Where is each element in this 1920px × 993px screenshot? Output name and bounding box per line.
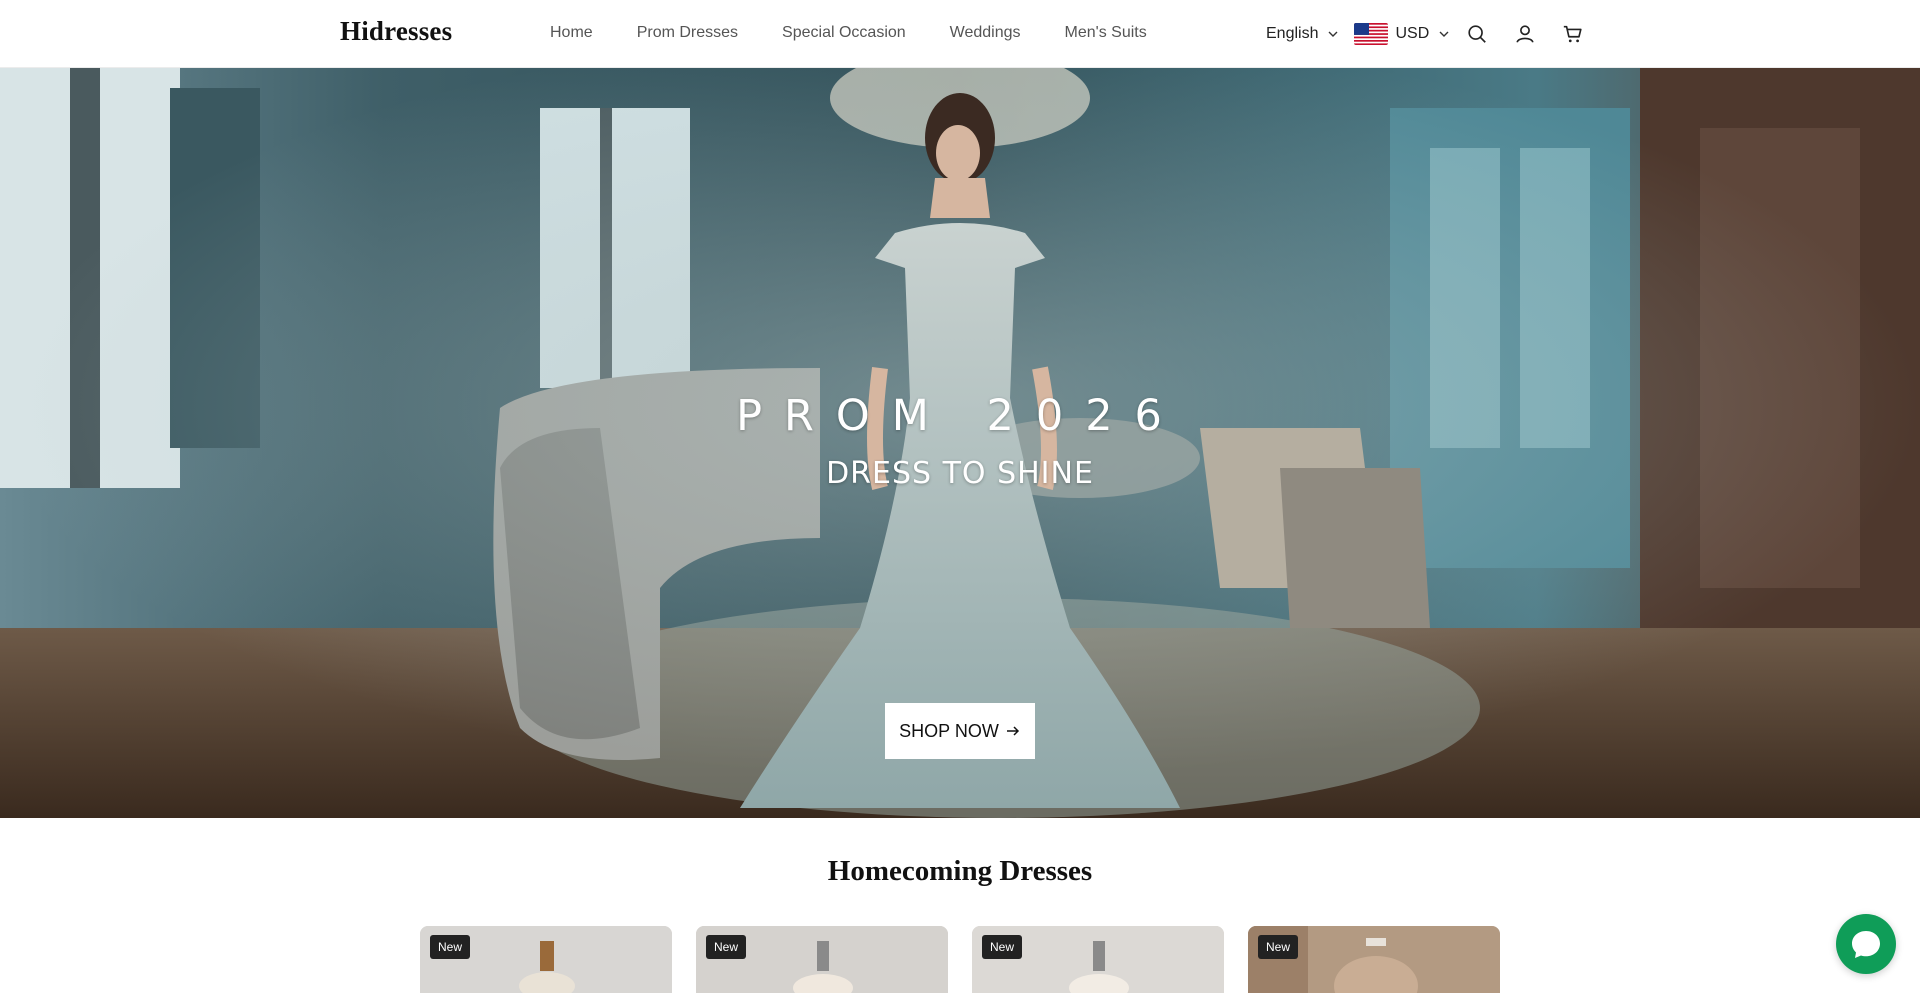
arrow-right-icon bbox=[1006, 726, 1019, 736]
site-logo[interactable]: Hidresses bbox=[340, 16, 452, 47]
new-badge: New bbox=[1258, 935, 1299, 959]
us-flag-icon[interactable] bbox=[1354, 23, 1389, 45]
product-card[interactable]: New bbox=[1248, 926, 1500, 993]
nav-prom-dresses[interactable]: Prom Dresses bbox=[637, 24, 738, 42]
language-selector[interactable]: English bbox=[1266, 25, 1318, 43]
chevron-down-icon[interactable] bbox=[1328, 29, 1338, 39]
chat-button[interactable] bbox=[1836, 914, 1896, 974]
chat-icon bbox=[1852, 931, 1880, 958]
hero-title: PROM 2026 bbox=[736, 391, 1184, 441]
product-card[interactable]: New bbox=[420, 926, 672, 993]
shop-now-button[interactable]: SHOP NOW bbox=[885, 703, 1035, 759]
currency-selector[interactable]: USD bbox=[1395, 25, 1429, 43]
search-icon[interactable] bbox=[1465, 22, 1489, 46]
nav-home[interactable]: Home bbox=[550, 24, 593, 42]
product-card[interactable]: New bbox=[972, 926, 1224, 993]
new-badge: New bbox=[982, 935, 1023, 959]
cart-icon[interactable] bbox=[1561, 22, 1585, 46]
section-title: Homecoming Dresses bbox=[827, 855, 1093, 887]
nav-weddings[interactable]: Weddings bbox=[950, 24, 1021, 42]
chevron-down-icon[interactable] bbox=[1439, 29, 1449, 39]
nav-mens-suits[interactable]: Men's Suits bbox=[1065, 24, 1147, 42]
main-nav: Home Prom Dresses Special Occasion Weddi… bbox=[550, 24, 1191, 42]
new-badge: New bbox=[430, 935, 471, 959]
new-badge: New bbox=[706, 935, 747, 959]
shop-now-label: SHOP NOW bbox=[899, 720, 999, 741]
account-icon[interactable] bbox=[1513, 22, 1537, 46]
site-header: Hidresses Home Prom Dresses Special Occa… bbox=[0, 0, 1920, 68]
product-card[interactable]: New bbox=[696, 926, 948, 993]
product-grid: New New New New bbox=[420, 926, 1500, 993]
nav-special-occasion[interactable]: Special Occasion bbox=[782, 24, 906, 42]
hero-banner: PROM 2026 DRESS TO SHINE SHOP NOW bbox=[0, 68, 1920, 818]
hero-subtitle: DRESS TO SHINE bbox=[826, 456, 1094, 491]
header-tools: English USD bbox=[1266, 18, 1585, 50]
